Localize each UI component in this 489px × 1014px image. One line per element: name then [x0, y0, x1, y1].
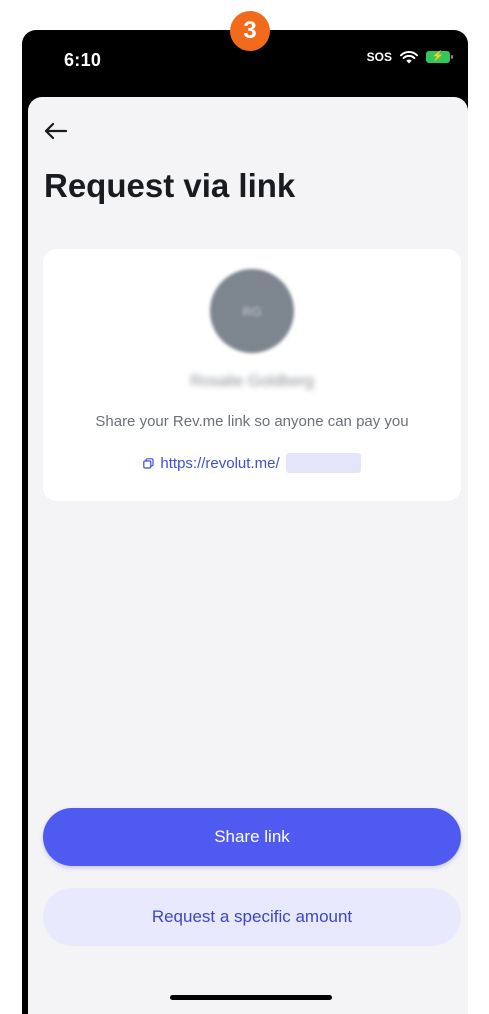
link-username-redacted: [285, 453, 361, 473]
request-sheet: Request via link RG Rosalie Goldberg Sha…: [28, 97, 468, 1014]
request-amount-button[interactable]: Request a specific amount: [43, 888, 461, 946]
battery-icon: ⚡: [426, 51, 453, 63]
status-icons: SOS ⚡: [366, 50, 453, 64]
copy-icon: [143, 457, 154, 469]
status-time: 6:10: [64, 50, 102, 70]
back-arrow-icon[interactable]: [40, 119, 70, 143]
wifi-icon: [400, 50, 418, 63]
sos-indicator: SOS: [366, 50, 392, 64]
page-title: Request via link: [44, 167, 296, 204]
avatar: RG: [210, 269, 294, 353]
share-description: Share your Rev.me link so anyone can pay…: [95, 413, 409, 430]
charging-bolt-icon: ⚡: [431, 51, 445, 62]
step-badge: 3: [230, 11, 270, 51]
user-name: Rosalie Goldberg: [190, 373, 314, 390]
share-link-button[interactable]: Share link: [43, 808, 461, 866]
revolut-link[interactable]: https://revolut.me/: [43, 453, 461, 473]
home-indicator: [170, 995, 332, 1000]
link-text: https://revolut.me/: [160, 454, 280, 472]
profile-card: RG Rosalie Goldberg Share your Rev.me li…: [43, 249, 461, 501]
